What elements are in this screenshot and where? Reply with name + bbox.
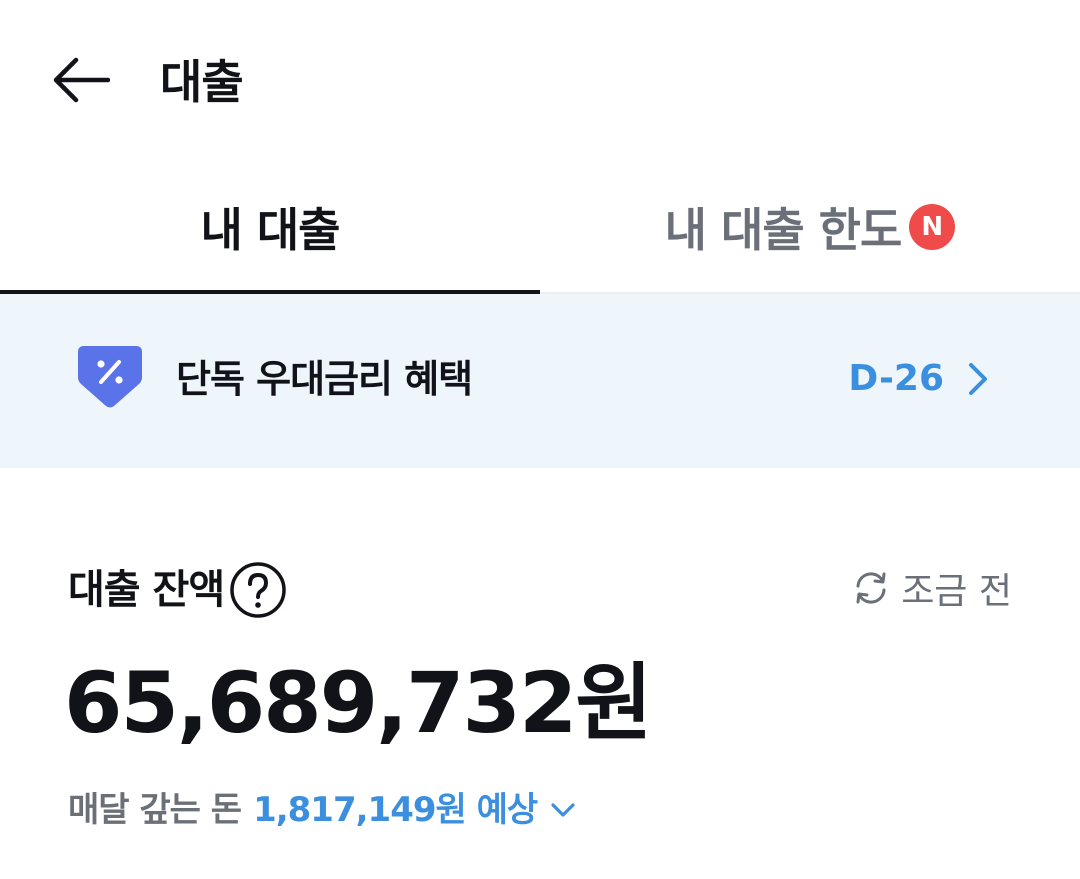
promo-banner[interactable]: 단독 우대금리 혜택 D-26 <box>0 294 1080 468</box>
tab-loan-limit[interactable]: 내 대출 한도 N <box>540 160 1080 294</box>
monthly-payment-row: 매달 갚는 돈 1,817,149원 예상 <box>68 782 577 838</box>
balance-label-row: 대출 잔액 <box>68 560 288 620</box>
refresh-time-text: 조금 전 <box>901 571 1012 612</box>
monthly-payment-value: 1,817,149원 예상 <box>253 790 538 830</box>
balance-amount: 65,689,732원 <box>64 654 653 752</box>
page-title: 대출 <box>160 55 244 109</box>
chevron-right-icon <box>969 363 987 395</box>
chevron-down-icon <box>551 803 575 817</box>
promo-text: 단독 우대금리 혜택 <box>176 357 473 401</box>
monthly-payment-toggle[interactable]: 1,817,149원 예상 <box>253 782 577 838</box>
new-badge: N <box>909 204 956 250</box>
refresh-button[interactable]: 조금 전 <box>851 558 1012 618</box>
app-header: 대출 <box>0 0 1080 160</box>
monthly-payment-label: 매달 갚는 돈 <box>68 790 242 830</box>
discount-tag-icon <box>78 346 142 408</box>
refresh-icon <box>856 572 886 604</box>
promo-dday: D-26 <box>848 358 944 399</box>
arrow-left-icon <box>53 57 110 103</box>
question-circle-icon[interactable] <box>228 560 288 620</box>
balance-label: 대출 잔액 <box>68 567 225 613</box>
tab-my-loans-label: 내 대출 <box>200 203 341 257</box>
tab-my-loans[interactable]: 내 대출 <box>0 160 540 296</box>
tab-bar: 내 대출 내 대출 한도 N <box>0 160 1080 296</box>
back-button[interactable] <box>44 48 116 112</box>
tab-loan-limit-label: 내 대출 한도 <box>664 203 903 257</box>
